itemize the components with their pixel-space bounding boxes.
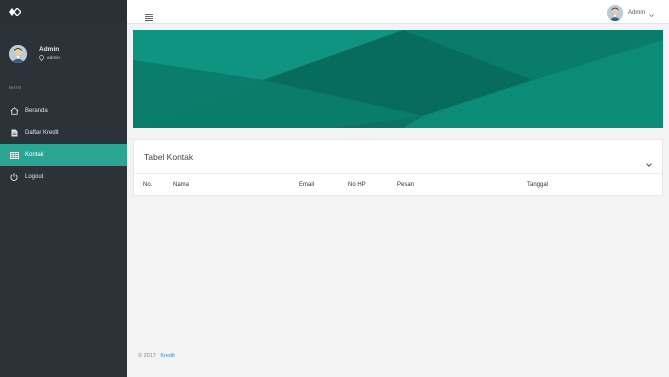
sidebar-item-daftar-kredit[interactable]: Daftar Kredit — [0, 122, 127, 144]
sidebar-profile: Admin admin — [0, 24, 127, 74]
footer-link[interactable]: Kredit — [160, 353, 174, 359]
chevron-down-icon[interactable] — [646, 154, 652, 172]
footer: © 2017 Kredit — [138, 353, 175, 359]
column-header-pesan: Pesan — [397, 182, 415, 188]
sidebar-item-label: Daftar Kredit — [25, 130, 59, 136]
menu-section-title: MAIN — [9, 85, 22, 90]
power-icon — [9, 172, 19, 182]
profile-name: Admin — [39, 45, 60, 53]
column-header-email: Email — [299, 182, 315, 188]
file-icon — [9, 128, 19, 138]
sidebar-item-kontak[interactable]: Kontak — [0, 144, 127, 166]
user-name: Admin — [627, 10, 645, 16]
column-header-no: No. — [143, 182, 153, 188]
user-menu[interactable]: Admin — [606, 4, 654, 22]
table-icon — [9, 150, 19, 160]
hamburger-menu-icon[interactable] — [145, 8, 153, 21]
sidebar-item-label: Kontak — [25, 152, 44, 158]
home-icon — [9, 106, 19, 116]
card-header: Tabel Kontak — [134, 140, 662, 174]
sidebar-item-beranda[interactable]: Beranda — [0, 100, 127, 122]
header-banner — [133, 30, 663, 128]
chevron-down-icon — [649, 4, 654, 22]
sidebar-item-logout[interactable]: Logout — [0, 166, 127, 188]
brand[interactable] — [0, 0, 127, 24]
avatar — [9, 45, 27, 63]
column-header-no-hp: No HP — [348, 182, 366, 188]
column-header-tanggal: Tanggal — [527, 182, 549, 188]
column-header-nama: Nama — [173, 182, 190, 188]
profile-role: admin — [39, 54, 61, 63]
profile-role-label: admin — [47, 56, 61, 61]
topbar: Admin — [127, 0, 669, 24]
user-avatar — [606, 5, 623, 21]
sidebar: Admin admin MAIN Beranda Daftar Kredit K… — [0, 0, 127, 377]
location-pin-icon — [39, 54, 47, 63]
sidebar-item-label: Beranda — [25, 108, 48, 114]
contact-table-card: Tabel Kontak No. Nama Email No HP Pesan … — [133, 139, 663, 196]
footer-copyright: © 2017 — [138, 353, 156, 359]
card-title: Tabel Kontak — [144, 152, 194, 162]
sidebar-item-label: Logout — [25, 174, 44, 180]
diamond-logo-icon — [9, 8, 21, 16]
